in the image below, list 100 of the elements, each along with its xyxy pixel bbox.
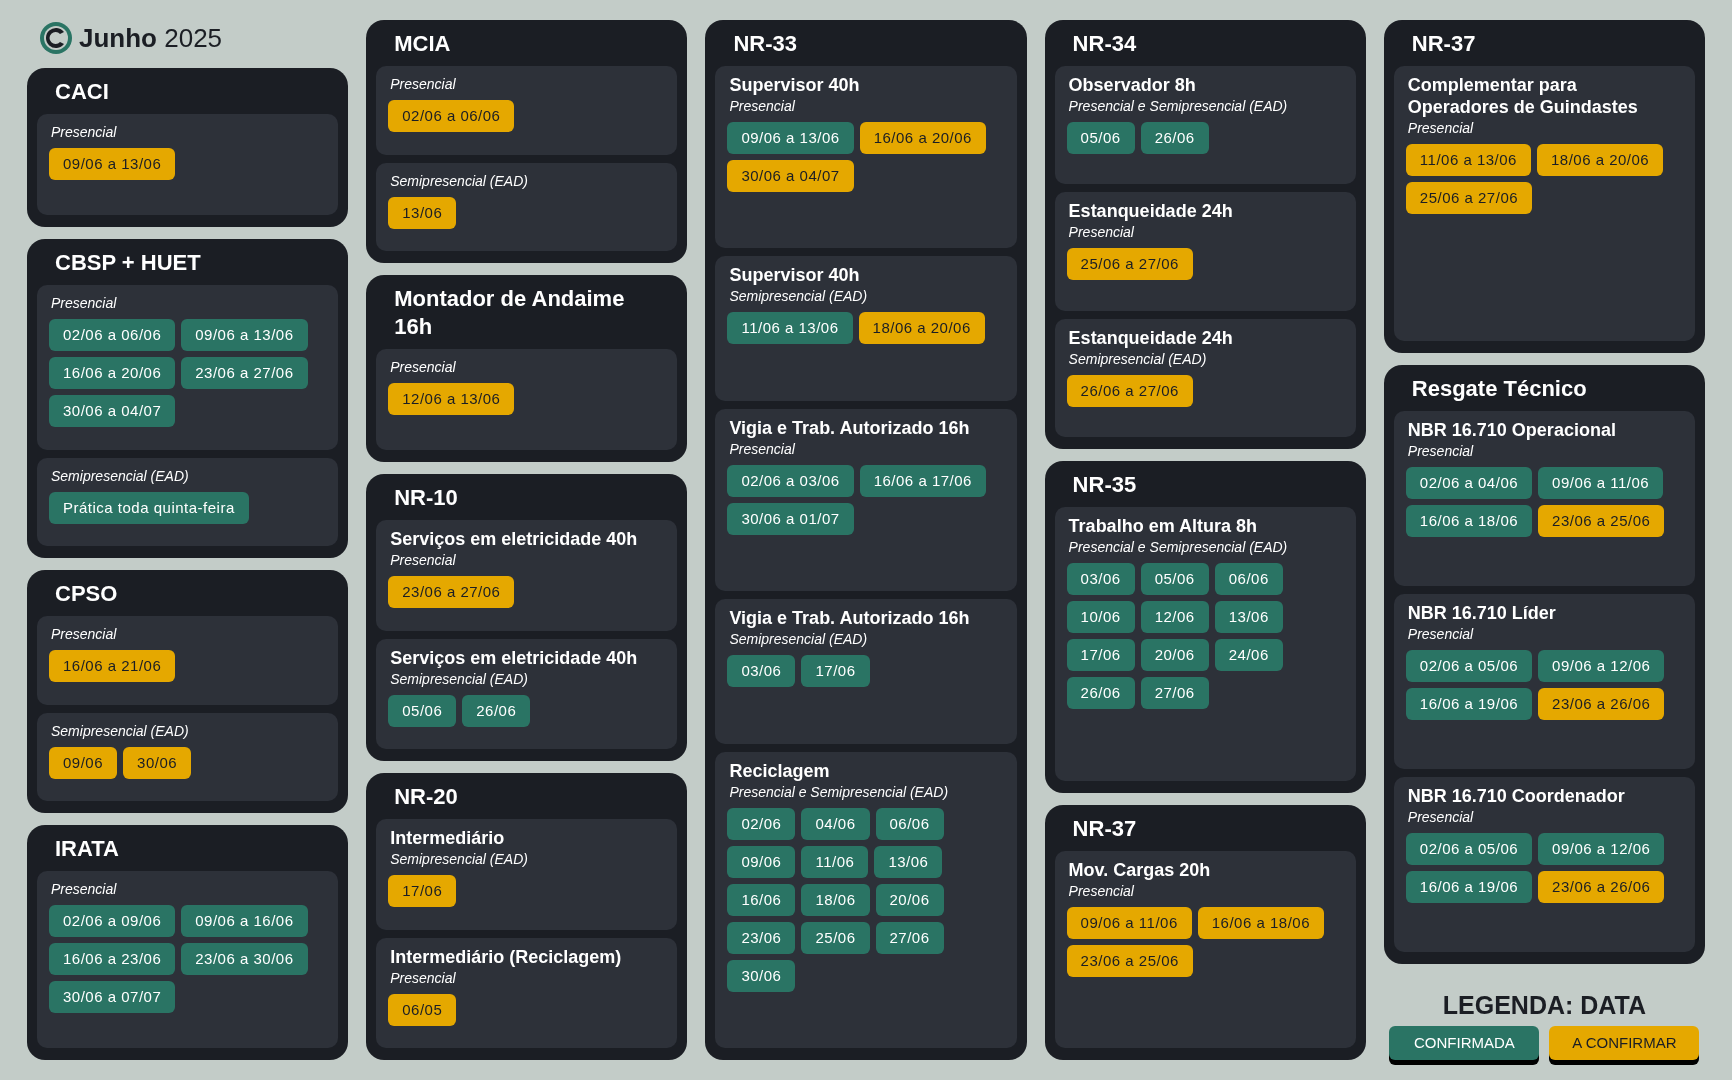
date-tag: 30/06 a 04/07 xyxy=(49,395,176,427)
date-tag: 02/06 a 09/06 xyxy=(49,905,176,937)
mode-label: Presencial xyxy=(389,358,457,377)
mode-label: Presencial xyxy=(1406,807,1475,827)
course-title: CACI xyxy=(54,78,110,106)
date-tag: 30/06 xyxy=(123,746,192,779)
date-tag: 20/06 xyxy=(875,883,944,916)
course-title: CPSO xyxy=(54,580,119,608)
date-tag: 02/06 a 03/06 xyxy=(727,464,854,497)
date-tag: 26/06 a 27/06 xyxy=(1066,374,1193,407)
date-tag: 27/06 xyxy=(1140,677,1209,710)
date-tag: 09/06 a 11/06 xyxy=(1538,466,1664,499)
mode-label: Semipresencial (EAD) xyxy=(389,669,529,689)
module-title: Supervisor 40h xyxy=(728,74,861,96)
date-tag: 16/06 a 18/06 xyxy=(1197,906,1324,939)
date-tag: 16/06 a 21/06 xyxy=(49,650,176,682)
date-tag: 03/06 xyxy=(1066,563,1135,596)
mode-label: Presencial xyxy=(50,123,118,142)
date-tag: 09/06 xyxy=(727,845,796,878)
date-tag: 23/06 a 25/06 xyxy=(1066,944,1193,977)
date-tag: 23/06 a 26/06 xyxy=(1538,870,1665,903)
module-title: NBR 16.710 Coordenador xyxy=(1406,784,1626,807)
mode-label: Presencial xyxy=(389,551,457,570)
date-tag: 30/06 xyxy=(727,959,796,992)
mode-label: Presencial xyxy=(389,968,457,988)
date-tag: 02/06 a 05/06 xyxy=(1405,649,1533,682)
date-tag: 23/06 a 27/06 xyxy=(181,357,308,389)
mode-label: Presencial xyxy=(1067,223,1135,243)
module-title: Estanqueidade 24h xyxy=(1067,200,1234,223)
mode-label: Presencial xyxy=(50,625,118,644)
date-tag: 16/06 a 20/06 xyxy=(859,122,986,154)
module-title: Supervisor 40h xyxy=(728,264,861,287)
date-tag: 02/06 a 06/06 xyxy=(49,319,176,351)
course-title: NR-10 xyxy=(393,484,459,512)
date-tag: 18/06 xyxy=(801,883,870,916)
date-tag: 27/06 xyxy=(875,921,944,954)
mode-label: Presencial xyxy=(50,294,118,313)
mode-label: Presencial e Semipresencial (EAD) xyxy=(1067,97,1289,116)
date-tag: 23/06 a 26/06 xyxy=(1538,687,1665,720)
mode-label: Presencial e Semipresencial (EAD) xyxy=(728,782,950,802)
month-title: Junho 2025 xyxy=(79,23,223,53)
date-tag: 13/06 xyxy=(1214,601,1283,634)
mode-label: Presencial xyxy=(1406,441,1475,461)
date-tag: 18/06 a 20/06 xyxy=(1536,144,1664,176)
course-title: NR-34 xyxy=(1071,30,1138,58)
date-tag: 11/06 xyxy=(801,845,869,878)
mode-label: Semipresencial (EAD) xyxy=(389,850,529,869)
module-title: Mov. Cargas 20h xyxy=(1067,858,1212,881)
mode-label: Presencial e Semipresencial (EAD) xyxy=(1067,538,1289,558)
module-title: Intermediário xyxy=(389,827,506,849)
module-title: Vigia e Trab. Autorizado 16h xyxy=(728,607,971,630)
date-tag: 02/06 a 04/06 xyxy=(1405,466,1533,499)
mode-label: Presencial xyxy=(728,97,796,116)
date-tag: 09/06 a 12/06 xyxy=(1538,649,1665,682)
mode-label: Semipresencial (EAD) xyxy=(50,466,190,486)
date-tag: 16/06 a 19/06 xyxy=(1405,687,1533,720)
date-tag: 23/06 a 30/06 xyxy=(181,943,308,975)
course-title: CBSP + HUET xyxy=(54,249,202,277)
mode-label: Presencial xyxy=(1067,881,1135,901)
module-title: Intermediário (Reciclagem) xyxy=(389,945,623,968)
course-title: NR-20 xyxy=(393,783,459,811)
date-tag: 26/06 xyxy=(462,694,531,727)
date-tag: 26/06 xyxy=(1066,677,1135,710)
logo-icon xyxy=(39,21,73,55)
mode-label: Semipresencial (EAD) xyxy=(1067,349,1208,369)
module-title: Estanqueidade 24h xyxy=(1067,326,1234,349)
date-tag: 09/06 a 11/06 xyxy=(1066,906,1192,939)
mode-label: Semipresencial (EAD) xyxy=(728,287,869,307)
course-title: MCIA xyxy=(393,30,452,58)
mode-label: Semipresencial (EAD) xyxy=(50,721,190,741)
date-tag: 05/06 xyxy=(1066,122,1135,154)
mode-label: Semipresencial (EAD) xyxy=(389,171,529,191)
date-tag: 13/06 xyxy=(874,845,943,878)
mode-label: Semipresencial (EAD) xyxy=(728,630,869,650)
module-title: Trabalho em Altura 8h xyxy=(1067,515,1258,538)
mode-label: Presencial xyxy=(50,880,118,899)
date-tag: 02/06 a 05/06 xyxy=(1405,832,1533,865)
date-tag: 04/06 xyxy=(801,807,870,840)
date-tag: 24/06 xyxy=(1214,639,1283,672)
module-title: NBR 16.710 Operacional xyxy=(1406,418,1617,441)
module-title: Serviços em eletricidade 40h xyxy=(389,528,639,550)
date-tag: 17/06 xyxy=(1066,639,1135,672)
legend-title: LEGENDA: DATA xyxy=(1442,989,1647,1020)
date-tag: 09/06 xyxy=(49,746,118,779)
date-tag: 18/06 a 20/06 xyxy=(858,312,985,345)
module-title: Reciclagem xyxy=(728,759,831,782)
course-title: NR-37 xyxy=(1410,30,1477,58)
date-tag: 30/06 a 01/07 xyxy=(727,502,854,535)
date-tag: 23/06 xyxy=(727,921,796,954)
course-title: NR-33 xyxy=(732,30,798,58)
date-tag: 06/05 xyxy=(388,993,457,1026)
date-tag: 13/06 xyxy=(388,196,457,229)
date-tag: 05/06 xyxy=(1140,563,1209,596)
date-tag: 30/06 a 07/07 xyxy=(49,981,176,1013)
mode-label: Presencial xyxy=(1406,624,1475,644)
date-tag: 02/06 a 06/06 xyxy=(388,100,515,132)
date-tag: 12/06 xyxy=(1140,601,1209,634)
date-tag: 25/06 a 27/06 xyxy=(1066,248,1193,281)
date-tag: 09/06 a 13/06 xyxy=(181,319,308,351)
mode-label: Presencial xyxy=(389,75,457,94)
